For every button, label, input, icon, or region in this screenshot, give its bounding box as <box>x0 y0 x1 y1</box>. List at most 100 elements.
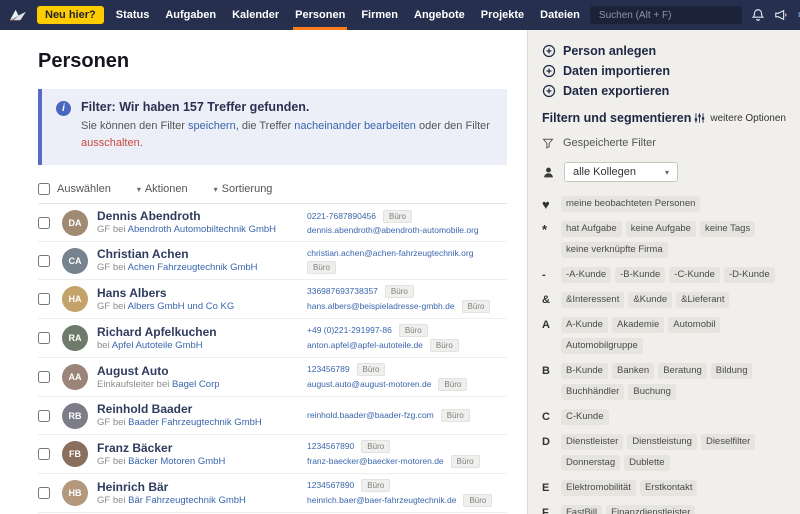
search-input[interactable] <box>590 6 742 24</box>
nav-item-neu-hier[interactable]: Neu hier? <box>37 6 104 24</box>
filter-tag-a-kunde[interactable]: -A-Kunde <box>561 267 611 283</box>
phone-link[interactable]: +49 (0)221-291997-86 <box>307 325 392 336</box>
phone-link[interactable]: 123456789 <box>307 364 350 375</box>
filter-tag-erstkontakt[interactable]: Erstkontakt <box>640 480 698 496</box>
filter-tag-dublette[interactable]: Dublette <box>624 455 669 471</box>
avatar[interactable]: RB <box>62 403 88 429</box>
bell-icon[interactable] <box>751 8 765 22</box>
filter-tag-elektromobilität[interactable]: Elektromobilität <box>561 480 636 496</box>
company-link[interactable]: Bagel Corp <box>172 379 220 390</box>
email-link[interactable]: dennis.abendroth@abendroth-automobile.or… <box>307 225 479 236</box>
app-logo-crane-icon[interactable] <box>8 8 27 23</box>
company-link[interactable]: Albers GmbH und Co KG <box>128 301 235 312</box>
filter-tag-dienstleistung[interactable]: Dienstleistung <box>627 434 697 450</box>
email-link[interactable]: christian.achen@achen-fahrzeugtechnik.or… <box>307 248 473 259</box>
company-link[interactable]: Achen Fahrzeugtechnik GmbH <box>128 262 258 273</box>
person-name-link[interactable]: Dennis Abendroth <box>97 209 307 224</box>
avatar[interactable]: CA <box>62 248 88 274</box>
avatar[interactable]: HB <box>62 480 88 506</box>
row-checkbox[interactable] <box>38 487 50 499</box>
filter-tag-b-kunde[interactable]: -B-Kunde <box>615 267 665 283</box>
phone-link[interactable]: 1234567890 <box>307 441 354 452</box>
filter-tag-c-kunde[interactable]: -C-Kunde <box>669 267 720 283</box>
filter-tag-buchung[interactable]: Buchung <box>628 384 676 400</box>
person-name-link[interactable]: Richard Apfelkuchen <box>97 325 307 340</box>
action-daten-importieren[interactable]: Daten importieren <box>542 64 786 78</box>
row-checkbox[interactable] <box>38 293 50 305</box>
person-name-link[interactable]: Heinrich Bär <box>97 480 307 495</box>
avatar[interactable]: HA <box>62 286 88 312</box>
select-all-checkbox[interactable] <box>38 183 50 195</box>
action-daten-exportieren[interactable]: Daten exportieren <box>542 84 786 98</box>
nav-item-status[interactable]: Status <box>108 0 158 30</box>
email-link[interactable]: franz-baecker@baecker-motoren.de <box>307 456 444 467</box>
action-person-anlegen[interactable]: Person anlegen <box>542 44 786 58</box>
avatar[interactable]: RA <box>62 325 88 351</box>
person-name-link[interactable]: Franz Bäcker <box>97 441 307 456</box>
avatar[interactable]: FB <box>62 441 88 467</box>
filter-tag-kunde[interactable]: &Kunde <box>628 292 672 308</box>
filter-tag-bildung[interactable]: Bildung <box>711 363 753 379</box>
filter-tag-lieferant[interactable]: &Lieferant <box>676 292 729 308</box>
company-link[interactable]: Bäcker Motoren GmbH <box>128 456 225 467</box>
phone-link[interactable]: 1234567890 <box>307 480 354 491</box>
filter-tag-dieselfilter[interactable]: Dieselfilter <box>701 434 755 450</box>
filter-tag-meine-beobachteten-personen[interactable]: meine beobachteten Personen <box>561 196 700 212</box>
row-checkbox[interactable] <box>38 371 50 383</box>
actions-dropdown[interactable]: ▾Aktionen <box>137 183 188 195</box>
email-link[interactable]: hans.albers@beispieladresse-gmbh.de <box>307 301 455 312</box>
filter-tag-beratung[interactable]: Beratung <box>658 363 707 379</box>
filter-tag-keine-tags[interactable]: keine Tags <box>700 221 755 237</box>
avatar[interactable]: DA <box>62 210 88 236</box>
colleagues-select[interactable]: alle Kollegen ▾ <box>564 162 678 182</box>
notice-link[interactable]: speichern <box>188 120 236 132</box>
nav-item-personen[interactable]: Personen <box>287 0 353 30</box>
filter-tag-interessent[interactable]: &Interessent <box>561 292 624 308</box>
avatar[interactable]: AA <box>62 364 88 390</box>
row-checkbox[interactable] <box>38 217 50 229</box>
filter-tag-automobil[interactable]: Automobil <box>668 317 720 333</box>
person-name-link[interactable]: Reinhold Baader <box>97 402 307 417</box>
more-options-link[interactable]: weitere Optionen <box>694 113 786 124</box>
email-link[interactable]: heinrich.baer@baer-fahrzeugtechnik.de <box>307 495 456 506</box>
filter-tag-keine-verknüpfte-firma[interactable]: keine verknüpfte Firma <box>561 242 668 258</box>
filter-tag-b-kunde[interactable]: B-Kunde <box>561 363 608 379</box>
filter-tag-finanzdienstleister[interactable]: Finanzdienstleister <box>606 505 695 514</box>
person-name-link[interactable]: August Auto <box>97 364 307 379</box>
filter-tag-buchhändler[interactable]: Buchhändler <box>561 384 624 400</box>
company-link[interactable]: Bär Fahrzeugtechnik GmbH <box>128 495 246 506</box>
phone-link[interactable]: 0221-7687890456 <box>307 211 376 222</box>
person-name-link[interactable]: Christian Achen <box>97 247 307 262</box>
notice-link[interactable]: nacheinander bearbeiten <box>294 120 416 132</box>
company-link[interactable]: Abendroth Automobiltechnik GmbH <box>128 224 276 235</box>
nav-item-kalender[interactable]: Kalender <box>224 0 287 30</box>
nav-item-projekte[interactable]: Projekte <box>473 0 532 30</box>
saved-filters[interactable]: Gespeicherte Filter <box>542 137 786 149</box>
row-checkbox[interactable] <box>38 448 50 460</box>
nav-item-aufgaben[interactable]: Aufgaben <box>157 0 224 30</box>
filter-tag-akademie[interactable]: Akademie <box>612 317 664 333</box>
filter-tag-d-kunde[interactable]: -D-Kunde <box>724 267 775 283</box>
filter-tag-keine-aufgabe[interactable]: keine Aufgabe <box>626 221 696 237</box>
filter-tag-fastbill[interactable]: FastBill <box>561 505 602 514</box>
select-all[interactable]: Auswählen <box>38 183 111 195</box>
phone-link[interactable]: 336987693738357 <box>307 286 378 297</box>
company-link[interactable]: Apfel Autoteile GmbH <box>112 340 203 351</box>
filter-tag-automobilgruppe[interactable]: Automobilgruppe <box>561 338 643 354</box>
filter-tag-hat-aufgabe[interactable]: hat Aufgabe <box>561 221 622 237</box>
nav-item-dateien[interactable]: Dateien <box>532 0 588 30</box>
filter-tag-c-kunde[interactable]: C-Kunde <box>561 409 609 425</box>
filter-tag-a-kunde[interactable]: A-Kunde <box>561 317 608 333</box>
email-link[interactable]: anton.apfel@apfel-autoteile.de <box>307 340 423 351</box>
row-checkbox[interactable] <box>38 332 50 344</box>
row-checkbox[interactable] <box>38 255 50 267</box>
filter-tag-dienstleister[interactable]: Dienstleister <box>561 434 623 450</box>
email-link[interactable]: august.auto@august-motoren.de <box>307 379 431 390</box>
notice-link[interactable]: ausschalten <box>81 137 140 149</box>
person-name-link[interactable]: Hans Albers <box>97 286 307 301</box>
row-checkbox[interactable] <box>38 410 50 422</box>
sort-dropdown[interactable]: ▾Sortierung <box>214 183 273 195</box>
filter-tag-banken[interactable]: Banken <box>612 363 654 379</box>
company-link[interactable]: Baader Fahrzeugtechnik GmbH <box>128 417 262 428</box>
nav-item-firmen[interactable]: Firmen <box>353 0 406 30</box>
